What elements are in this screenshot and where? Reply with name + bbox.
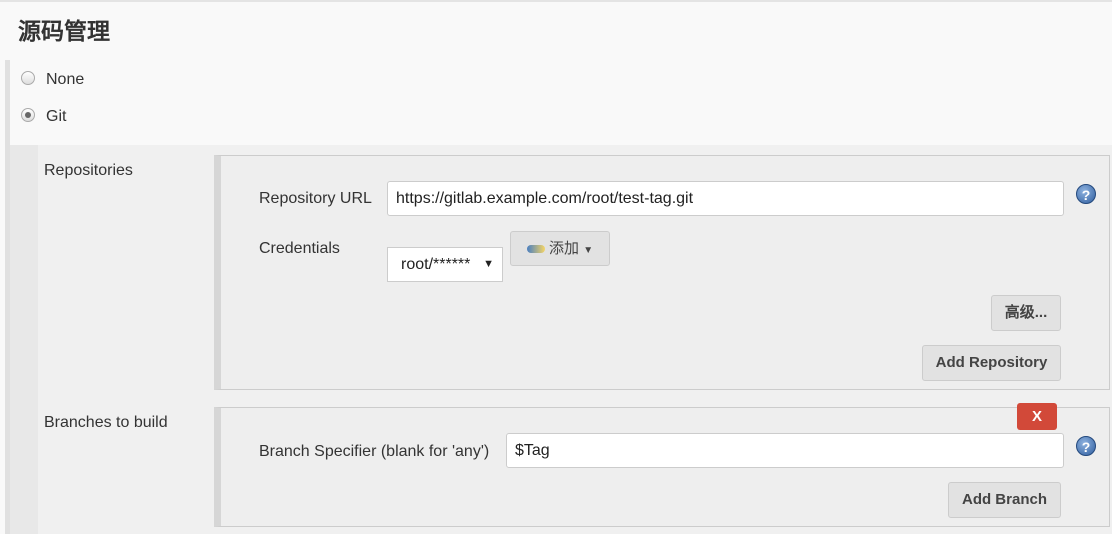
radio-none-label: None (46, 71, 85, 88)
repository-url-label: Repository URL (259, 190, 372, 207)
top-divider (0, 0, 1112, 2)
caret-down-icon: ▼ (583, 245, 594, 256)
question-circle-icon[interactable]: ? (1076, 436, 1096, 456)
add-repository-button[interactable]: Add Repository (922, 345, 1061, 381)
section-title: 源码管理 (18, 18, 110, 44)
delete-branch-button[interactable]: X (1017, 403, 1057, 430)
radio-none[interactable] (21, 71, 35, 85)
repositories-label: Repositories (44, 162, 133, 179)
radio-git-label: Git (46, 108, 67, 125)
credentials-label: Credentials (259, 240, 340, 257)
radio-git[interactable] (21, 108, 35, 122)
repository-url-input[interactable]: https://gitlab.example.com/root/test-tag… (387, 181, 1064, 216)
credentials-value: root/****** (401, 256, 471, 273)
branches-label: Branches to build (44, 414, 168, 431)
add-credentials-button[interactable]: 添加 ▼ (510, 231, 610, 266)
key-icon (526, 245, 545, 254)
question-circle-icon[interactable]: ? (1076, 184, 1096, 204)
branch-specifier-input[interactable]: $Tag (506, 433, 1064, 468)
add-branch-button[interactable]: Add Branch (948, 482, 1061, 518)
credentials-select[interactable]: root/****** ▼ (387, 247, 503, 282)
add-credentials-label: 添加 (549, 240, 580, 257)
chevron-down-icon: ▼ (483, 258, 494, 270)
advanced-button[interactable]: 高级... (991, 295, 1061, 331)
git-indent (10, 145, 38, 534)
branch-specifier-label: Branch Specifier (blank for 'any') (259, 443, 490, 460)
